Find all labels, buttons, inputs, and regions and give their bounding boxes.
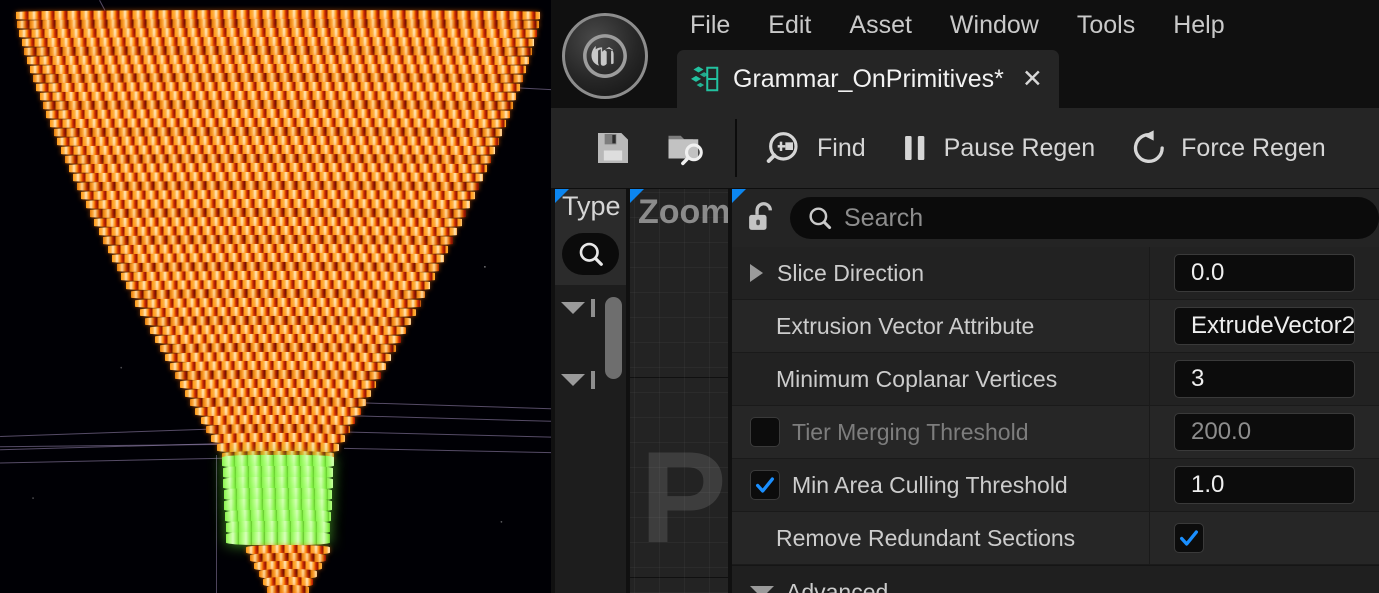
document-tab-grammar-onprimitives[interactable]: Grammar_OnPrimitives* ✕: [677, 50, 1059, 108]
mesh-instance-row: [267, 585, 309, 593]
property-name: Remove Redundant Sections: [732, 512, 1150, 564]
type-palette-panel[interactable]: Type: [555, 189, 626, 593]
property-list: Slice Direction 0.0 Extrusion Vector Att…: [732, 247, 1379, 593]
panel-tab-corner: [555, 189, 569, 203]
property-name: Extrusion Vector Attribute: [732, 300, 1150, 352]
find-label: Find: [817, 134, 866, 163]
property-label: Minimum Coplanar Vertices: [750, 366, 1057, 393]
toolbar-separator: [735, 119, 737, 177]
close-icon[interactable]: ✕: [1022, 67, 1043, 92]
details-panel[interactable]: Search Slice Direction 0.0: [732, 189, 1379, 593]
procedural-mesh-preview: [0, 0, 551, 593]
3d-viewport[interactable]: [0, 0, 551, 593]
min-area-culling-threshold-input[interactable]: 1.0: [1174, 466, 1355, 504]
graph-watermark: PCG: [640, 439, 728, 556]
remove-redundant-sections-checkbox[interactable]: [1174, 523, 1204, 553]
graph-zoom-level: Zoom -3: [638, 193, 728, 232]
search-input[interactable]: Search: [790, 197, 1379, 239]
save-icon: [593, 128, 633, 168]
panel-tab-corner: [630, 189, 644, 203]
type-panel-title: Type: [562, 191, 621, 222]
force-regen-button[interactable]: Force Regen: [1111, 119, 1342, 177]
tier-merging-threshold-checkbox[interactable]: [750, 417, 780, 447]
property-label: Min Area Culling Threshold: [792, 472, 1068, 499]
property-label: Remove Redundant Sections: [750, 525, 1075, 552]
property-value: [1150, 512, 1379, 564]
extrusion-vector-attribute-input[interactable]: ExtrudeVector2: [1174, 307, 1355, 345]
tab-strip: Grammar_OnPrimitives* ✕: [551, 50, 1379, 108]
chevron-down-icon: [561, 302, 585, 314]
advanced-category-header[interactable]: Advanced: [732, 565, 1379, 593]
property-value: 200.0: [1150, 406, 1379, 458]
chevron-down-icon: [750, 586, 774, 593]
property-name: Min Area Culling Threshold: [732, 459, 1150, 511]
menu-tools[interactable]: Tools: [1058, 0, 1154, 50]
editor-chrome: File Edit Asset Window Tools Help: [551, 0, 1379, 593]
property-row-min-area-culling-threshold[interactable]: Min Area Culling Threshold 1.0: [732, 459, 1379, 512]
menu-items: File Edit Asset Window Tools Help: [671, 0, 1244, 50]
chevron-down-icon: [561, 374, 585, 386]
type-tree-group-2[interactable]: [561, 371, 595, 389]
type-tree-label: [591, 299, 595, 317]
advanced-label: Advanced: [786, 579, 888, 593]
check-icon: [1178, 527, 1200, 549]
panel-area: Type: [551, 189, 1379, 593]
property-label: Tier Merging Threshold: [792, 419, 1029, 446]
property-name: Tier Merging Threshold: [732, 406, 1150, 458]
property-name: Minimum Coplanar Vertices: [732, 353, 1150, 405]
mesh-instance-row-selected: [226, 532, 330, 545]
property-value: ExtrudeVector2: [1150, 300, 1379, 352]
menu-bar: File Edit Asset Window Tools Help: [551, 0, 1379, 50]
save-button[interactable]: [577, 119, 649, 177]
slice-direction-input[interactable]: 0.0: [1174, 254, 1355, 292]
menu-help[interactable]: Help: [1154, 0, 1243, 50]
browse-to-asset-button[interactable]: [649, 119, 723, 177]
minimum-coplanar-vertices-input[interactable]: 3: [1174, 360, 1355, 398]
property-row-extrusion-vector-attribute[interactable]: Extrusion Vector Attribute ExtrudeVector…: [732, 300, 1379, 353]
type-panel-scrollbar[interactable]: [605, 297, 622, 379]
pause-regen-button[interactable]: Pause Regen: [882, 119, 1112, 177]
property-label: Extrusion Vector Attribute: [750, 313, 1034, 340]
details-header: Search: [732, 189, 1379, 247]
type-search-button[interactable]: [562, 233, 619, 275]
menu-file[interactable]: File: [671, 0, 749, 50]
toolbar: Find Pause Regen Force Regen: [551, 108, 1379, 189]
browse-to-asset-icon: [665, 127, 707, 169]
type-tree-label: [591, 371, 595, 389]
menu-edit[interactable]: Edit: [749, 0, 830, 50]
search-icon: [576, 239, 606, 269]
min-area-culling-threshold-checkbox[interactable]: [750, 470, 780, 500]
chevron-right-icon[interactable]: [750, 264, 763, 282]
property-value: 0.0: [1150, 247, 1379, 299]
search-icon: [806, 204, 834, 232]
check-icon: [754, 474, 776, 496]
search-placeholder: Search: [844, 204, 923, 233]
property-value: 1.0: [1150, 459, 1379, 511]
property-row-remove-redundant-sections[interactable]: Remove Redundant Sections: [732, 512, 1379, 565]
pcg-graph-panel[interactable]: Zoom -3 PCG: [630, 189, 728, 593]
force-regen-label: Force Regen: [1181, 134, 1326, 163]
pause-icon: [898, 128, 932, 168]
property-row-tier-merging-threshold[interactable]: Tier Merging Threshold 200.0: [732, 406, 1379, 459]
property-value: 3: [1150, 353, 1379, 405]
unreal-engine-logo-icon[interactable]: [562, 13, 648, 99]
menu-asset[interactable]: Asset: [830, 0, 931, 50]
pause-regen-label: Pause Regen: [944, 134, 1096, 163]
panel-tab-corner: [732, 189, 746, 203]
unreal-editor-window: File Edit Asset Window Tools Help: [0, 0, 1379, 593]
property-label: Slice Direction: [777, 260, 924, 287]
find-button[interactable]: Find: [749, 119, 882, 177]
property-row-minimum-coplanar-vertices[interactable]: Minimum Coplanar Vertices 3: [732, 353, 1379, 406]
refresh-undo-icon: [1127, 128, 1169, 168]
unlock-icon[interactable]: [742, 199, 780, 237]
type-tree-group-1[interactable]: [561, 299, 595, 317]
menu-window[interactable]: Window: [931, 0, 1058, 50]
find-magnifier-icon: [765, 128, 805, 168]
tier-merging-threshold-input[interactable]: 200.0: [1174, 413, 1355, 451]
property-row-slice-direction[interactable]: Slice Direction 0.0: [732, 247, 1379, 300]
tab-title: Grammar_OnPrimitives*: [733, 65, 1004, 94]
pcg-graph-icon: [691, 64, 721, 94]
property-name: Slice Direction: [732, 247, 1150, 299]
